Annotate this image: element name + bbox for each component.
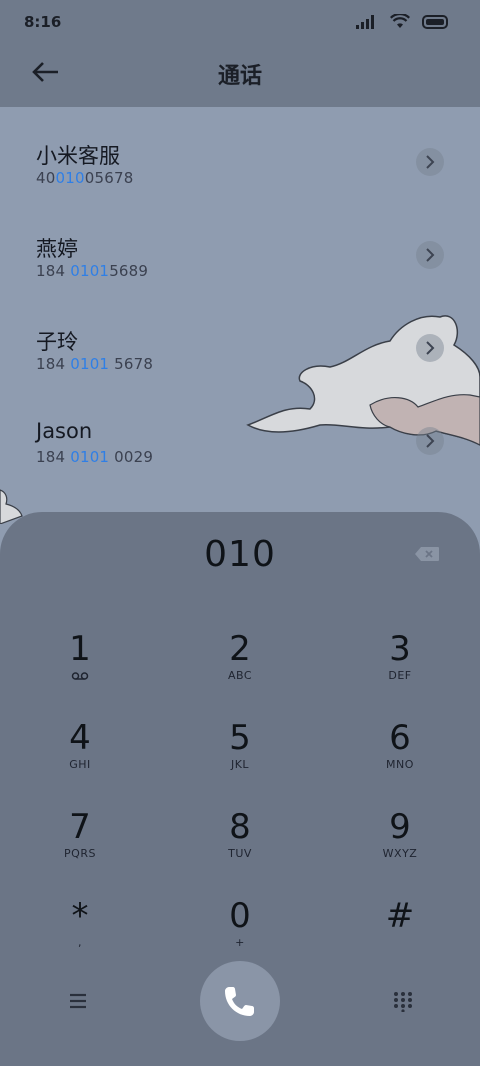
contact-row[interactable]: 子玲 184 0101 5678	[0, 293, 480, 386]
wifi-icon	[390, 14, 410, 28]
key-letters: DEF	[388, 669, 412, 682]
dialpad-panel: 010 1 2 ABC 3 DEF 4 GHI 5 JKL 6 MNO 7 PQ…	[0, 512, 480, 1066]
key-hash[interactable]: #	[320, 888, 480, 977]
phone-icon	[225, 987, 254, 1016]
chevron-right-icon[interactable]	[416, 334, 444, 362]
backspace-icon[interactable]	[414, 546, 440, 562]
key-2[interactable]: 2 ABC	[160, 621, 320, 710]
key-digit: 0	[229, 896, 251, 936]
key-digit: #	[385, 896, 415, 936]
key-letters: MNO	[386, 758, 414, 771]
app-bar: 通话	[0, 44, 480, 107]
contact-row[interactable]: Jason 184 0101 0029	[0, 386, 480, 479]
contact-number: 4001005678	[36, 169, 134, 187]
key-digit: 2	[229, 629, 251, 669]
key-letters: JKL	[230, 758, 250, 771]
key-6[interactable]: 6 MNO	[320, 710, 480, 799]
keypad-grid-icon[interactable]	[392, 990, 414, 1012]
menu-icon[interactable]	[66, 990, 90, 1012]
key-3[interactable]: 3 DEF	[320, 621, 480, 710]
key-letters: TUV	[228, 847, 252, 860]
key-digit: 4	[69, 718, 91, 758]
key-letters: WXYZ	[382, 847, 418, 860]
key-letters: +	[235, 936, 245, 949]
key-1[interactable]: 1	[0, 621, 160, 710]
contact-number: 184 0101 0029	[36, 448, 154, 466]
dialed-number: 010	[204, 534, 276, 575]
signal-icon	[356, 14, 374, 29]
key-digit: 7	[69, 807, 91, 847]
key-digit: 8	[229, 807, 251, 847]
voicemail-icon	[71, 672, 89, 680]
key-letters: ABC	[227, 669, 253, 682]
contact-number: 184 01015689	[36, 262, 149, 280]
key-digit: 3	[389, 629, 411, 669]
battery-icon	[422, 14, 448, 29]
key-letters: GHI	[69, 758, 91, 771]
contact-name: 子玲	[36, 330, 78, 354]
status-time: 8:16	[24, 13, 62, 31]
page-title: 通话	[217, 64, 262, 89]
contact-name: 小米客服	[36, 144, 120, 168]
key-digit: *	[71, 896, 89, 936]
key-digit: 5	[229, 718, 251, 758]
key-8[interactable]: 8 TUV	[160, 799, 320, 888]
chevron-right-icon[interactable]	[416, 241, 444, 269]
key-letters: PQRS	[64, 847, 96, 860]
key-digit: 9	[389, 807, 411, 847]
chevron-right-icon[interactable]	[416, 148, 444, 176]
key-4[interactable]: 4 GHI	[0, 710, 160, 799]
key-7[interactable]: 7 PQRS	[0, 799, 160, 888]
status-bar: 8:16	[0, 0, 480, 44]
chevron-right-icon[interactable]	[416, 427, 444, 455]
key-letters: ,	[78, 936, 82, 949]
contact-row[interactable]: 小米客服 4001005678	[0, 107, 480, 200]
key-9[interactable]: 9 WXYZ	[320, 799, 480, 888]
key-digit: 1	[69, 629, 91, 669]
contact-name: Jason	[36, 419, 93, 443]
contact-name: 燕婷	[36, 237, 78, 261]
key-5[interactable]: 5 JKL	[160, 710, 320, 799]
contact-list: 小米客服 4001005678 燕婷 184 01015689 子玲 184 0…	[0, 107, 480, 512]
contact-number: 184 0101 5678	[36, 355, 154, 373]
key-star[interactable]: * ,	[0, 888, 160, 977]
status-icons	[356, 14, 450, 29]
contact-row[interactable]: 燕婷 184 01015689	[0, 200, 480, 293]
call-button[interactable]	[200, 961, 280, 1041]
key-digit: 6	[389, 718, 411, 758]
